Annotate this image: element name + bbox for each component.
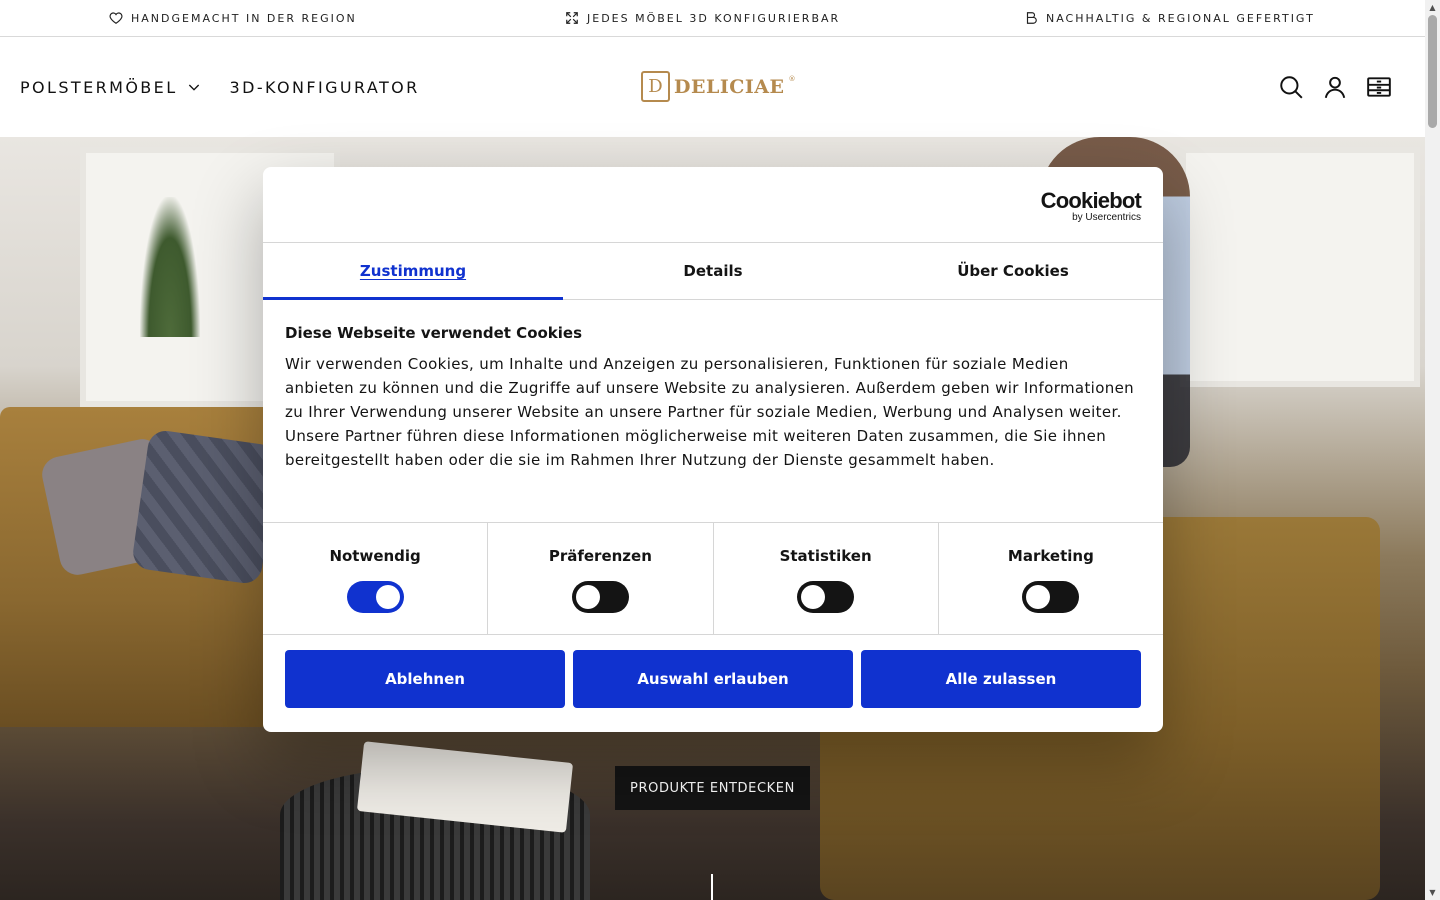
nav-item-label: 3D-KONFIGURATOR: [229, 77, 420, 97]
toggle-group-statistiken: Statistiken: [714, 523, 939, 634]
nav-item-label: POLSTERMÖBEL: [20, 77, 178, 97]
site-logo[interactable]: D DELICIAE ®: [641, 71, 795, 102]
toggle-marketing[interactable]: [1022, 581, 1080, 613]
dialog-actions: Ablehnen Auswahl erlauben Alle zulassen: [263, 635, 1163, 723]
nav-item-polstermoebel[interactable]: POLSTERMÖBEL: [20, 78, 202, 97]
account-button[interactable]: [1321, 73, 1349, 101]
search-icon: [1280, 76, 1303, 99]
decline-button[interactable]: Ablehnen: [285, 650, 565, 708]
usp-text: JEDES MÖBEL 3D KONFIGURIERBAR: [587, 11, 841, 25]
toggle-notwendig[interactable]: [346, 581, 404, 613]
toggle-group-notwendig: Notwendig: [263, 523, 489, 634]
logo-mark: D: [641, 71, 670, 102]
dialog-body: Diese Webseite verwendet Cookies Wir ver…: [263, 300, 1163, 522]
toggle-label: Statistiken: [779, 547, 872, 565]
main-nav: POLSTERMÖBEL 3D-KONFIGURATOR: [20, 37, 420, 137]
hero-pillow-patterned: [130, 428, 280, 586]
toggle-statistiken[interactable]: [797, 581, 855, 613]
scrollbar-thumb[interactable]: [1428, 15, 1437, 128]
usp-text: NACHHALTIG & REGIONAL GEFERTIGT: [1046, 11, 1315, 25]
site-header: POLSTERMÖBEL 3D-KONFIGURATOR D DELICIAE …: [0, 37, 1425, 137]
usp-sustainable: NACHHALTIG & REGIONAL GEFERTIGT: [1024, 0, 1315, 36]
tab-details[interactable]: Details: [563, 243, 863, 299]
allow-all-button[interactable]: Alle zulassen: [861, 650, 1141, 708]
logo-registered: ®: [788, 75, 796, 83]
toggle-group-marketing: Marketing: [939, 523, 1163, 634]
chevron-down-icon: [188, 84, 199, 91]
scroll-indicator: [711, 874, 713, 900]
usp-handmade: HANDGEMACHT IN DER REGION: [109, 0, 357, 36]
dialog-title: Diese Webseite verwendet Cookies: [285, 324, 583, 342]
toggle-knob: [375, 585, 400, 609]
logo-text: DELICIAE: [674, 75, 785, 98]
cookiebot-brand: Cookiebot: [1040, 188, 1142, 213]
discover-products-button[interactable]: PRODUKTE ENTDECKEN: [615, 766, 810, 810]
usp-text: HANDGEMACHT IN DER REGION: [131, 11, 357, 25]
toggle-label: Notwendig: [329, 547, 421, 565]
heart-icon: [109, 12, 123, 24]
tab-ueber-cookies[interactable]: Über Cookies: [863, 243, 1163, 299]
header-actions: [1277, 37, 1393, 137]
tab-zustimmung[interactable]: Zustimmung: [263, 243, 563, 300]
expand-icon: [566, 12, 578, 24]
leaf-icon: [1026, 12, 1037, 24]
scroll-up-arrow-icon[interactable]: ▲: [1428, 3, 1437, 12]
account-icon: [1324, 76, 1346, 99]
cart-icon: [1367, 77, 1391, 97]
hero-window-right: [1180, 147, 1420, 387]
consent-toggles: Notwendig Präferenzen Statistiken Market…: [263, 522, 1163, 635]
toggle-knob: [801, 585, 826, 609]
toggle-knob: [1026, 585, 1051, 609]
cookiebot-sub: by Usercentrics: [1072, 212, 1141, 223]
search-button[interactable]: [1277, 73, 1305, 101]
cart-button[interactable]: [1365, 73, 1393, 101]
page-scrollbar[interactable]: ▲ ▼: [1425, 0, 1440, 900]
announcement-bar: HANDGEMACHT IN DER REGION JEDES MÖBEL 3D…: [0, 0, 1425, 37]
cookie-consent-dialog: Cookiebot by Usercentrics Zustimmung Det…: [263, 167, 1163, 732]
scroll-down-arrow-icon[interactable]: ▼: [1428, 888, 1437, 897]
usp-configurable: JEDES MÖBEL 3D KONFIGURIERBAR: [565, 0, 840, 36]
dialog-description: Wir verwenden Cookies, um Inhalte und An…: [285, 355, 1135, 469]
cookiebot-logo: Cookiebot by Usercentrics: [1040, 188, 1142, 224]
toggle-praeferenzen[interactable]: [571, 581, 629, 613]
hero-plant: [140, 197, 200, 337]
dialog-tabs: Zustimmung Details Über Cookies: [263, 243, 1163, 300]
dialog-header: Cookiebot by Usercentrics: [263, 167, 1163, 243]
nav-item-3d-konfigurator[interactable]: 3D-KONFIGURATOR: [230, 78, 420, 97]
toggle-label: Marketing: [1007, 547, 1094, 565]
allow-selection-button[interactable]: Auswahl erlauben: [573, 650, 853, 708]
toggle-knob: [575, 585, 600, 609]
toggle-group-praeferenzen: Präferenzen: [488, 523, 714, 634]
toggle-label: Präferenzen: [548, 547, 652, 565]
